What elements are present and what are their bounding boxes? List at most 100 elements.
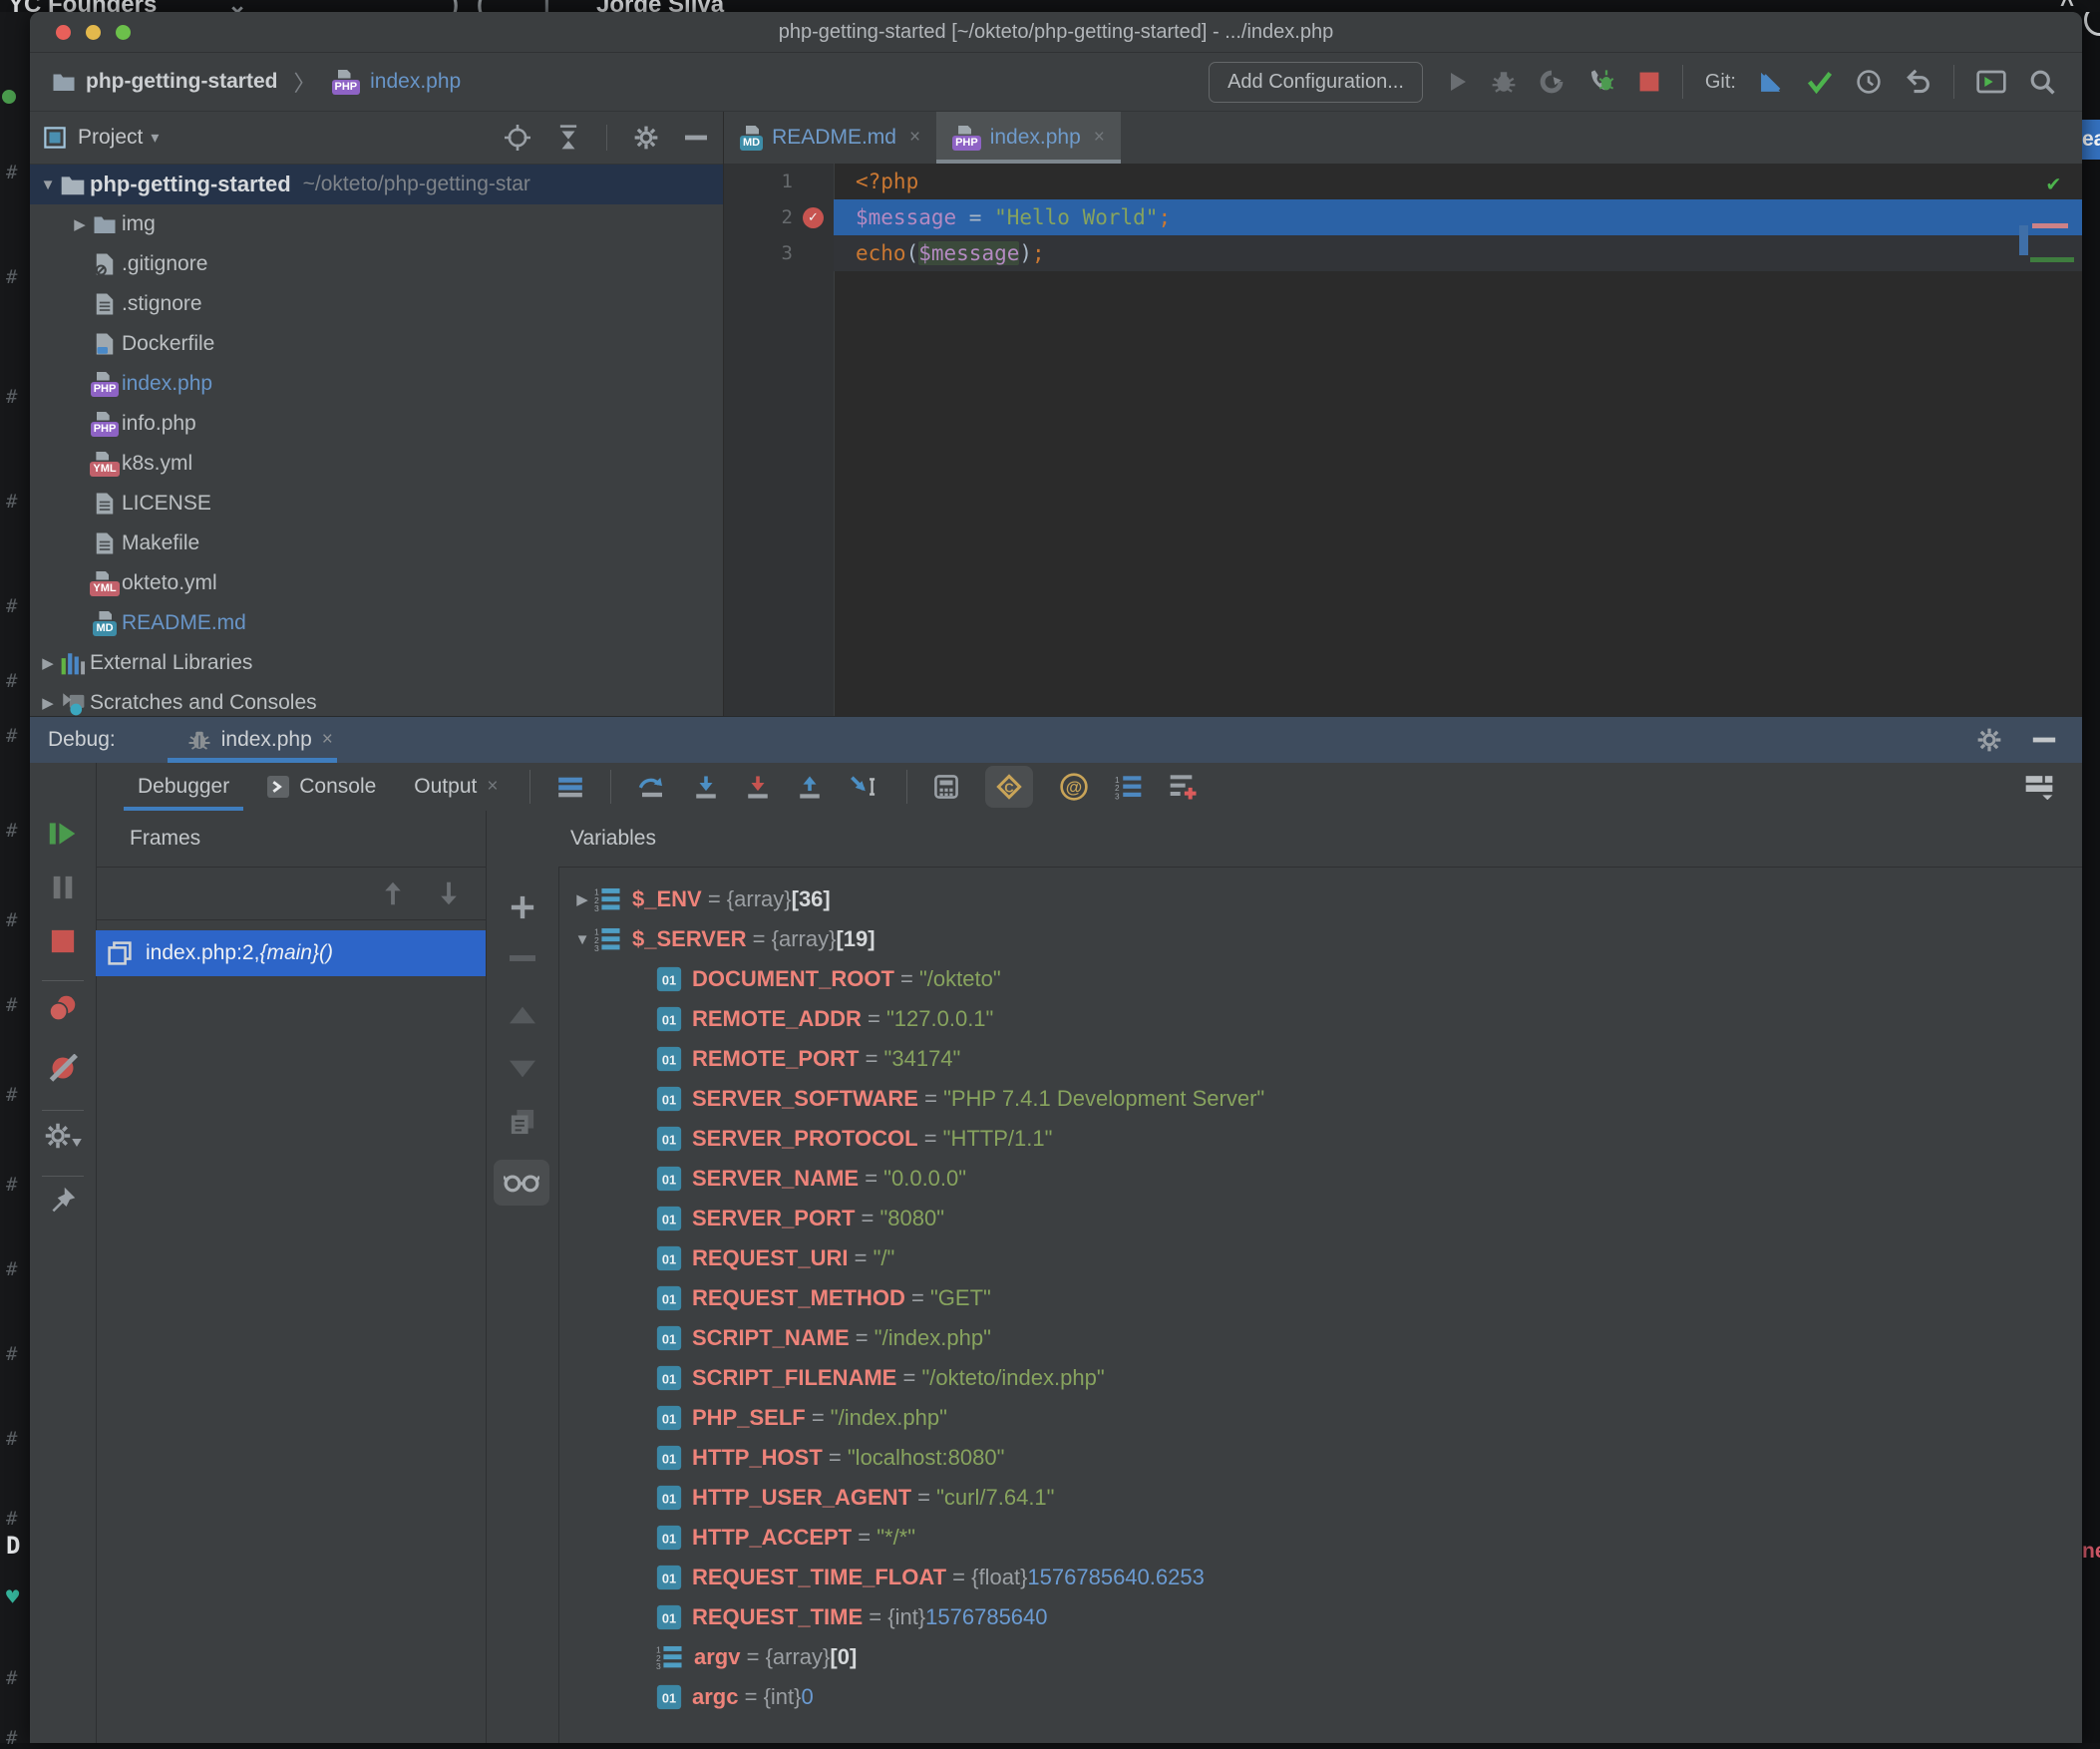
debug-settings-icon[interactable] — [30, 1122, 96, 1150]
variable-row-http_accept[interactable]: 01HTTP_ACCEPT = "*/*" — [558, 1518, 2082, 1558]
git-commit-icon[interactable] — [1806, 70, 1834, 94]
variable-row-argc[interactable]: 01argc = {int} 0 — [558, 1677, 2082, 1717]
git-update-icon[interactable] — [1758, 69, 1784, 95]
stop-icon[interactable] — [1638, 71, 1660, 93]
code-line-2[interactable]: 2✓$message = "Hello World"; — [724, 199, 2082, 235]
code-line-3[interactable]: 3echo($message); — [724, 235, 2082, 271]
tree-item-readme-md[interactable]: MDREADME.md — [30, 603, 723, 643]
step-over-icon[interactable] — [637, 774, 667, 800]
tree-item-dockerfile[interactable]: Dockerfile — [30, 324, 723, 364]
tab-debugger[interactable]: Debugger — [132, 763, 235, 811]
next-frame-icon[interactable] — [438, 880, 460, 906]
tab-readme[interactable]: MD README.md × — [724, 112, 936, 164]
force-step-into-icon[interactable] — [745, 774, 771, 800]
locate-file-icon[interactable] — [505, 125, 530, 151]
expander-open-icon[interactable]: ▼ — [572, 931, 592, 948]
run-to-cursor-icon[interactable] — [849, 774, 880, 800]
view-breakpoints-icon[interactable] — [30, 994, 96, 1022]
tree-item--stignore[interactable]: .stignore — [30, 284, 723, 324]
evaluate-expression-icon[interactable] — [933, 774, 959, 800]
variable-row-server_software[interactable]: 01SERVER_SOFTWARE = "PHP 7.4.1 Developme… — [558, 1079, 2082, 1119]
frame-row-selected[interactable]: index.php:2, {main}() — [96, 930, 486, 976]
chevron-down-icon[interactable]: ▾ — [151, 128, 159, 148]
stop-icon[interactable] — [30, 928, 96, 954]
layout-settings-icon[interactable] — [2024, 774, 2054, 800]
move-up-icon[interactable] — [486, 1006, 558, 1024]
remove-watch-icon[interactable] — [486, 954, 558, 962]
close-tab-icon[interactable]: × — [487, 776, 498, 798]
variable-row-request_method[interactable]: 01REQUEST_METHOD = "GET" — [558, 1278, 2082, 1318]
step-into-icon[interactable] — [693, 774, 719, 800]
stripe-exec-mark[interactable] — [2019, 225, 2028, 255]
variable-row-_server[interactable]: ▼123$_SERVER = {array} [19] — [558, 919, 2082, 959]
tab-output[interactable]: Output × — [408, 763, 504, 811]
tree-item-license[interactable]: LICENSE — [30, 484, 723, 524]
tree-item-external-libraries[interactable]: ▶External Libraries — [30, 643, 723, 683]
variable-row-_env[interactable]: ▶123$_ENV = {array} [36] — [558, 879, 2082, 919]
debug-session-tab[interactable]: index.php × — [174, 717, 347, 763]
breadcrumb-file[interactable]: index.php — [370, 70, 461, 94]
show-references-icon[interactable]: @ — [1059, 772, 1089, 802]
step-out-icon[interactable] — [797, 774, 823, 800]
resume-icon[interactable] — [30, 819, 96, 849]
variable-row-http_user_agent[interactable]: 01HTTP_USER_AGENT = "curl/7.64.1" — [558, 1478, 2082, 1518]
profiler-icon[interactable] — [1539, 69, 1565, 95]
expander-closed-icon[interactable]: ▶ — [72, 215, 88, 233]
hide-panel-icon[interactable] — [685, 134, 707, 142]
add-to-watches-icon[interactable] — [1169, 773, 1199, 801]
close-session-icon[interactable]: × — [322, 729, 333, 751]
tree-item--gitignore[interactable]: .gitignore — [30, 244, 723, 284]
tree-item-okteto-yml[interactable]: YMLokteto.yml — [30, 563, 723, 603]
run-anything-icon[interactable] — [1976, 70, 2006, 94]
stripe-vcs-mark[interactable] — [2030, 257, 2074, 262]
new-watch-icon[interactable] — [486, 894, 558, 920]
tree-item-k8s-yml[interactable]: YMLk8s.yml — [30, 444, 723, 484]
tab-index-php[interactable]: PHP index.php × — [936, 112, 1121, 164]
project-panel-title[interactable]: Project — [78, 126, 143, 150]
code-area[interactable]: 1<?php2✓$message = "Hello World";3echo($… — [724, 164, 2082, 716]
run-icon[interactable] — [1445, 70, 1469, 94]
close-tab-icon[interactable]: × — [1094, 127, 1105, 149]
code-line-1[interactable]: 1<?php — [724, 164, 2082, 199]
tree-item-root[interactable]: ▼php-getting-started~/okteto/php-getting… — [30, 165, 723, 204]
variable-row-script_name[interactable]: 01SCRIPT_NAME = "/index.php" — [558, 1318, 2082, 1358]
expander-closed-icon[interactable]: ▶ — [40, 694, 56, 712]
variable-row-server_name[interactable]: 01SERVER_NAME = "0.0.0.0" — [558, 1159, 2082, 1199]
tree-item-index-php[interactable]: PHPindex.php — [30, 364, 723, 404]
expander-closed-icon[interactable]: ▶ — [40, 654, 56, 672]
variable-row-request_uri[interactable]: 01REQUEST_URI = "/" — [558, 1238, 2082, 1278]
copy-icon[interactable] — [486, 1108, 558, 1136]
variable-row-argv[interactable]: 123argv = {array} [0] — [558, 1637, 2082, 1677]
expander-closed-icon[interactable]: ▶ — [572, 890, 592, 908]
variable-row-http_host[interactable]: 01HTTP_HOST = "localhost:8080" — [558, 1438, 2082, 1478]
tab-console[interactable]: Console — [261, 763, 382, 811]
expander-open-icon[interactable]: ▼ — [40, 176, 56, 193]
gear-icon[interactable] — [633, 125, 659, 151]
collapse-all-icon[interactable] — [556, 125, 580, 151]
pause-icon[interactable] — [30, 874, 96, 900]
gear-icon[interactable] — [1976, 727, 2002, 753]
rollback-icon[interactable] — [1904, 69, 1931, 95]
breadcrumb-project[interactable]: php-getting-started — [86, 70, 277, 94]
numbered-keys-icon[interactable]: 123 — [1115, 774, 1143, 800]
history-icon[interactable] — [1856, 69, 1882, 95]
variable-row-server_protocol[interactable]: 01SERVER_PROTOCOL = "HTTP/1.1" — [558, 1119, 2082, 1159]
threads-view-icon[interactable] — [556, 776, 584, 798]
previous-frame-icon[interactable] — [382, 880, 404, 906]
variable-row-remote_addr[interactable]: 01REMOTE_ADDR = "127.0.0.1" — [558, 999, 2082, 1039]
move-down-icon[interactable] — [486, 1060, 558, 1078]
mute-breakpoints-icon[interactable] — [30, 1054, 96, 1082]
variable-row-script_filename[interactable]: 01SCRIPT_FILENAME = "/okteto/index.php" — [558, 1358, 2082, 1398]
debug-icon[interactable] — [1491, 69, 1517, 95]
variable-row-server_port[interactable]: 01SERVER_PORT = "8080" — [558, 1199, 2082, 1238]
variable-row-php_self[interactable]: 01PHP_SELF = "/index.php" — [558, 1398, 2082, 1438]
close-tab-icon[interactable]: × — [909, 127, 920, 149]
add-configuration-button[interactable]: Add Configuration... — [1209, 62, 1423, 103]
listen-php-debug-icon[interactable] — [1586, 68, 1616, 96]
pin-icon[interactable] — [30, 1186, 96, 1214]
hide-panel-icon[interactable] — [2032, 736, 2056, 744]
variable-row-request_time[interactable]: 01REQUEST_TIME = {int} 1576785640 — [558, 1597, 2082, 1637]
variable-row-remote_port[interactable]: 01REMOTE_PORT = "34174" — [558, 1039, 2082, 1079]
tree-item-scratches-and-consoles[interactable]: ▶Scratches and Consoles — [30, 683, 723, 716]
tree-item-info-php[interactable]: PHPinfo.php — [30, 404, 723, 444]
